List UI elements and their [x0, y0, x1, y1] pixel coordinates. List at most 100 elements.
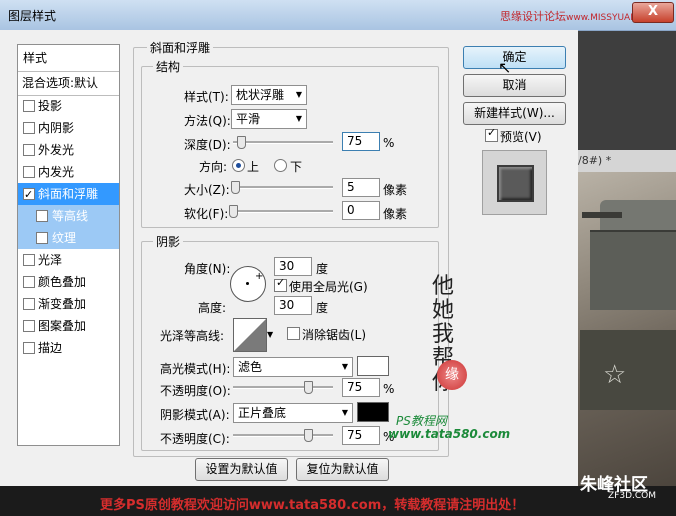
- dropdown-arrow-icon: ▼: [295, 114, 302, 123]
- depth-label: 深度(D):: [184, 138, 231, 152]
- style-select[interactable]: 枕状浮雕 ▼: [231, 85, 307, 105]
- tank-lower-image: [580, 330, 676, 410]
- checkbox[interactable]: [23, 276, 35, 288]
- soften-input[interactable]: 0: [342, 201, 380, 220]
- checkbox[interactable]: [36, 232, 48, 244]
- technique-label: 方法(Q):: [184, 114, 231, 128]
- altitude-input[interactable]: 30: [274, 296, 312, 315]
- style-item-texture[interactable]: 纹理: [18, 227, 119, 249]
- style-item-pattern-overlay[interactable]: 图案叠加: [18, 315, 119, 337]
- size-unit: 像素: [383, 183, 408, 197]
- shadow-color-swatch[interactable]: [357, 402, 389, 422]
- dropdown-arrow-icon: ▼: [295, 90, 302, 99]
- checkbox[interactable]: [23, 298, 35, 310]
- preview-checkbox[interactable]: [485, 126, 498, 142]
- style-item-inner-shadow[interactable]: 内阴影: [18, 117, 119, 139]
- highlight-opacity-slider[interactable]: [233, 386, 333, 389]
- checkbox[interactable]: [23, 184, 35, 206]
- checkbox[interactable]: [36, 210, 48, 222]
- title-bar[interactable]: 图层样式 思缘设计论坛www.MISSYUAN.com X: [0, 0, 676, 31]
- shadow-opacity-label: 不透明度(C):: [160, 432, 230, 446]
- anti-alias-label: 消除锯齿(L): [302, 328, 367, 342]
- depth-slider[interactable]: [233, 141, 333, 144]
- size-slider[interactable]: [233, 186, 333, 189]
- preview-emboss-sample: [497, 165, 534, 202]
- altitude-label: 高度:: [198, 301, 227, 315]
- cancel-button[interactable]: 取消: [463, 74, 566, 97]
- style-item-outer-glow[interactable]: 外发光: [18, 139, 119, 161]
- style-item-stroke[interactable]: 描边: [18, 337, 119, 359]
- direction-up-label: 上: [247, 160, 260, 174]
- shadow-opacity-input[interactable]: 75: [342, 426, 380, 445]
- highlight-opacity-input[interactable]: 75: [342, 378, 380, 397]
- style-item-contour[interactable]: 等高线: [18, 205, 119, 227]
- depth-input[interactable]: 75: [342, 132, 380, 151]
- highlight-opacity-unit: %: [383, 382, 395, 396]
- shading-title: 阴影: [153, 233, 184, 250]
- direction-label: 方向:: [199, 160, 228, 174]
- window-title: 图层样式: [8, 9, 57, 23]
- shadow-mode-label: 阴影模式(A):: [160, 408, 230, 422]
- direction-down-label: 下: [290, 160, 303, 174]
- structure-title: 结构: [153, 58, 184, 75]
- tank-barrel-image: [582, 212, 622, 218]
- depth-slider-thumb[interactable]: [237, 136, 246, 149]
- bevel-emboss-title: 斜面和浮雕: [147, 39, 214, 56]
- gloss-contour-label: 光泽等高线:: [160, 329, 225, 343]
- soften-slider[interactable]: [233, 210, 333, 213]
- checkbox[interactable]: [23, 100, 35, 112]
- style-item-satin[interactable]: 光泽: [18, 249, 119, 271]
- technique-select[interactable]: 平滑 ▼: [231, 109, 307, 129]
- set-default-button[interactable]: 设置为默认值: [195, 458, 288, 481]
- style-label: 样式(T):: [184, 90, 229, 104]
- global-light-label: 使用全局光(G): [289, 280, 368, 294]
- checkbox[interactable]: [23, 320, 35, 332]
- new-style-button[interactable]: 新建样式(W)...: [463, 102, 566, 125]
- dropdown-arrow-icon: ▼: [341, 362, 348, 371]
- checkbox[interactable]: [23, 342, 35, 354]
- reset-default-button[interactable]: 复位为默认值: [296, 458, 389, 481]
- direction-up-radio[interactable]: [232, 159, 245, 172]
- shadow-opacity-thumb[interactable]: [304, 429, 313, 442]
- highlight-opacity-label: 不透明度(O):: [160, 384, 231, 398]
- highlight-mode-select[interactable]: 滤色 ▼: [233, 357, 353, 377]
- document-tab[interactable]: /8#) *: [578, 150, 676, 172]
- size-input[interactable]: 5: [342, 178, 380, 197]
- crosshair-icon: +: [255, 271, 264, 282]
- tank-hull-image: [590, 230, 676, 310]
- style-item-inner-glow[interactable]: 内发光: [18, 161, 119, 183]
- preview-label: 预览(V): [500, 130, 542, 144]
- highlight-mode-label: 高光模式(H):: [160, 362, 231, 376]
- close-button[interactable]: X: [632, 2, 674, 23]
- anti-alias-checkbox[interactable]: [287, 327, 300, 340]
- highlight-color-swatch[interactable]: [357, 356, 389, 376]
- soften-slider-thumb[interactable]: [229, 205, 238, 218]
- checkbox[interactable]: [23, 166, 35, 178]
- close-icon: X: [647, 4, 659, 19]
- global-light-checkbox[interactable]: [274, 276, 287, 292]
- star-icon: ☆: [603, 360, 627, 390]
- soften-unit: 像素: [383, 207, 408, 221]
- altitude-unit: 度: [316, 301, 329, 315]
- checkbox[interactable]: [23, 254, 35, 266]
- size-slider-thumb[interactable]: [231, 181, 240, 194]
- angle-label: 角度(N):: [184, 262, 231, 276]
- shadow-opacity-slider[interactable]: [233, 434, 333, 437]
- style-item-color-overlay[interactable]: 颜色叠加: [18, 271, 119, 293]
- checkbox[interactable]: [23, 122, 35, 134]
- style-list-header[interactable]: 样式: [18, 45, 119, 72]
- blend-options-item[interactable]: 混合选项:默认: [18, 71, 119, 96]
- style-item-gradient-overlay[interactable]: 渐变叠加: [18, 293, 119, 315]
- shadow-mode-select[interactable]: 正片叠底 ▼: [233, 403, 353, 423]
- angle-dial[interactable]: +: [230, 266, 266, 302]
- zf-logo-sub: ZF3D.COM: [608, 491, 656, 501]
- style-item-drop-shadow[interactable]: 投影: [18, 95, 119, 117]
- highlight-opacity-thumb[interactable]: [304, 381, 313, 394]
- style-item-bevel-emboss[interactable]: 斜面和浮雕: [18, 183, 119, 206]
- ok-button[interactable]: 确定: [463, 46, 566, 69]
- checkbox[interactable]: [23, 144, 35, 156]
- gloss-contour-picker[interactable]: [233, 318, 267, 352]
- contour-dropdown-arrow-icon[interactable]: ▼: [267, 330, 273, 339]
- angle-input[interactable]: 30: [274, 257, 312, 276]
- direction-down-radio[interactable]: [274, 159, 287, 172]
